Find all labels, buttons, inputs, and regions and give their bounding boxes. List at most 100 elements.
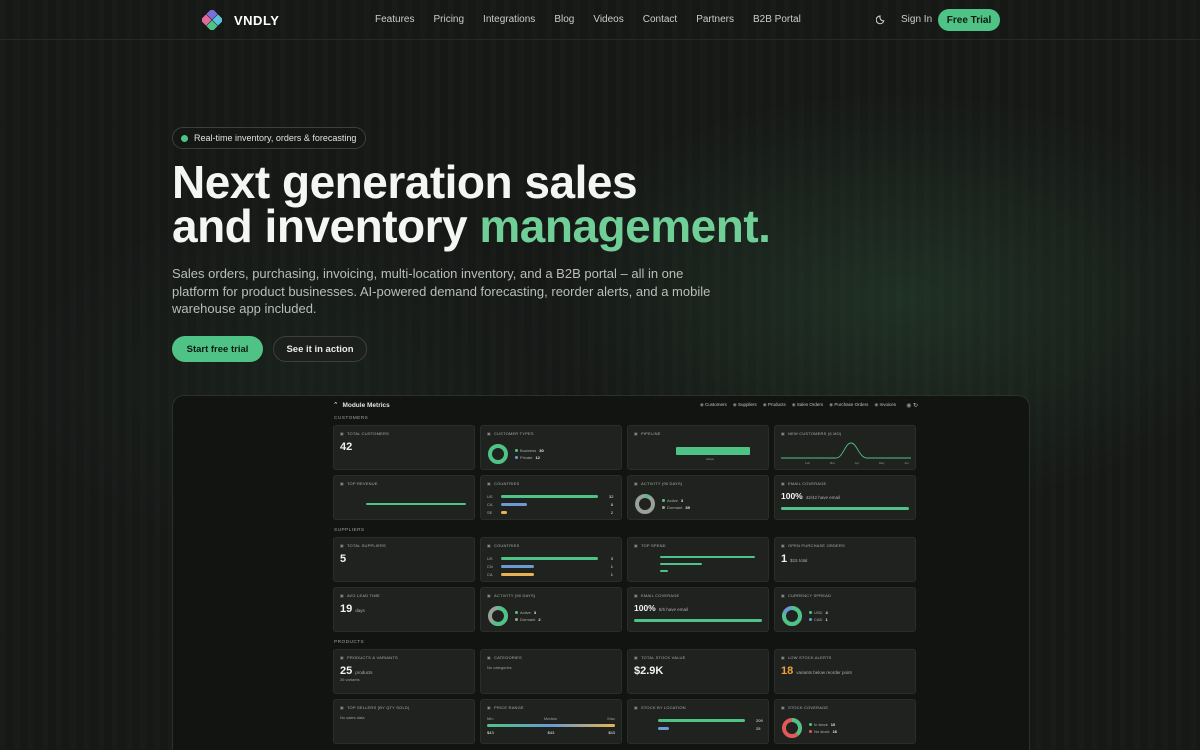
legend-label: Business: [520, 448, 537, 453]
month-tick: Feb: [805, 461, 811, 465]
variants-sub: 26 variants: [340, 677, 360, 682]
email-coverage-value: 100% 5/5 have email: [634, 603, 762, 613]
supplier-activity-donut: [488, 606, 508, 626]
products-count: 25: [340, 665, 353, 677]
card-top-spend: TOP SPEND: [627, 537, 769, 582]
tab-sales-orders[interactable]: Sales Orders: [792, 402, 823, 408]
tab-suppliers[interactable]: Suppliers: [733, 402, 757, 408]
card-top-sellers: TOP SELLERS (BY QTY SOLD) No sales data: [333, 699, 475, 744]
donut-legend: Active 3 Dormant 39: [662, 497, 690, 511]
card-title: LOW STOCK ALERTS: [781, 655, 909, 660]
collapse-chevron-icon[interactable]: ⌃: [333, 401, 338, 409]
products-unit: products: [355, 670, 373, 675]
bar-label: CA: [487, 501, 493, 507]
legend-label: USD: [814, 610, 823, 615]
card-price-range: PRICE RANGE Min Median Max $43 $43 $43: [480, 699, 622, 744]
start-free-trial-button[interactable]: Start free trial: [172, 336, 263, 362]
nav-link-features[interactable]: Features: [375, 14, 414, 25]
new-customers-sparkline: [781, 442, 911, 459]
bar-fill: [501, 510, 508, 514]
tab-products[interactable]: Products: [763, 402, 786, 408]
low-stock-value: 18 variants below reorder point: [781, 665, 909, 677]
month-tick: Mar: [829, 461, 835, 465]
hero-headline: Next generation sales and inventory mana…: [172, 159, 771, 249]
categories-empty: No categories: [487, 665, 512, 670]
free-trial-button[interactable]: Free Trial: [938, 9, 1000, 31]
price-max-label: Max: [607, 716, 615, 721]
sign-in-link[interactable]: Sign In: [901, 14, 932, 25]
legend-label: Active: [520, 610, 531, 615]
card-supplier-countries: COUNTRIES US 3 CN 1 CA 1: [480, 537, 622, 582]
legend-value: 10: [830, 722, 836, 727]
tab-purchase-orders[interactable]: Purchase Orders: [829, 402, 868, 408]
dashboard-title-text: Module Metrics: [342, 401, 390, 409]
legend-item: Private 12: [515, 454, 544, 461]
total-suppliers-value: 5: [340, 553, 347, 565]
email-pct: 100%: [781, 491, 803, 501]
card-categories: CATEGORIES No categories: [480, 649, 622, 694]
bar-label: US: [487, 493, 493, 499]
logo-mark-icon: [202, 10, 222, 30]
nav-links: Features Pricing Integrations Blog Video…: [375, 14, 820, 25]
brand-logo[interactable]: VNDLY: [202, 10, 279, 30]
legend-value: 3: [533, 610, 537, 615]
bar-label: CA: [487, 571, 493, 577]
tab-invoices[interactable]: Invoices: [874, 402, 897, 408]
email-coverage-value: 100% 42/42 have email: [781, 491, 909, 501]
legend-item: In stock 10: [809, 721, 837, 728]
moon-icon[interactable]: [876, 14, 887, 25]
card-title: AVG LEAD TIME: [340, 593, 468, 598]
bar-label: CN: [487, 563, 493, 569]
see-it-in-action-button[interactable]: See it in action: [273, 336, 367, 362]
bar-fill: [501, 564, 534, 568]
nav-link-integrations[interactable]: Integrations: [483, 14, 535, 25]
price-median-value: $43: [547, 730, 555, 735]
legend-item: No stock 16: [809, 728, 837, 735]
legend-value: 1: [825, 617, 828, 622]
card-title: PRODUCTS & VARIANTS: [340, 655, 468, 660]
nav-link-videos[interactable]: Videos: [593, 14, 623, 25]
pipeline-bar: [676, 447, 750, 455]
low-stock-sub: variants below reorder point: [796, 670, 852, 675]
card-title: COUNTRIES: [487, 543, 615, 548]
nav-link-pricing[interactable]: Pricing: [433, 14, 464, 25]
bar-fill: [501, 572, 534, 576]
lead-time-number: 19: [340, 603, 353, 615]
legend-item: Dormant 2: [515, 616, 541, 623]
card-customer-activity: ACTIVITY (90 DAYS) Active3 Dormant39: [627, 475, 769, 520]
card-title: STOCK COVERAGE: [781, 705, 909, 710]
stock-coverage-donut: [782, 718, 802, 738]
status-dot-icon: [181, 134, 188, 142]
hero-subtext: Sales orders, purchasing, invoicing, mul…: [172, 266, 711, 316]
card-title: COUNTRIES: [487, 481, 615, 486]
refresh-icon[interactable]: ↻: [906, 402, 918, 409]
tab-customers[interactable]: Customers: [700, 402, 727, 408]
nav-link-contact[interactable]: Contact: [643, 14, 677, 25]
legend-label: No stock: [814, 729, 830, 734]
nav-link-b2b-portal[interactable]: B2B Portal: [753, 14, 801, 25]
spend-bar: [660, 563, 702, 565]
open-po-total: $15 total: [790, 558, 808, 563]
card-title: NEW CUSTOMERS (6 MO): [781, 431, 909, 436]
lead-time-unit: days: [355, 608, 365, 613]
price-range-values: $43 $43 $43: [487, 730, 615, 735]
brand-name: VNDLY: [234, 12, 280, 28]
low-stock-count: 18: [781, 665, 794, 677]
price-min-label: Min: [487, 716, 494, 721]
headline-accent: management.: [479, 200, 771, 252]
legend-label: Dormant: [520, 617, 536, 622]
bar-value: 1: [610, 563, 613, 569]
legend-value: 3: [680, 498, 684, 503]
nav-link-partners[interactable]: Partners: [696, 14, 734, 25]
legend-label: Private: [520, 455, 533, 460]
card-customer-email: EMAIL COVERAGE 100%42/42 have email: [774, 475, 916, 520]
card-avg-lead-time: AVG LEAD TIME 19days: [333, 587, 475, 632]
bar-row: 25: [634, 724, 760, 732]
card-title: EMAIL COVERAGE: [781, 481, 909, 486]
nav-link-blog[interactable]: Blog: [554, 14, 574, 25]
email-coverage-bar: [781, 507, 909, 510]
bar-row: US 32: [487, 492, 613, 500]
bar-row: CA 1: [487, 570, 613, 578]
email-pct: 100%: [634, 603, 656, 613]
card-stock-by-location: STOCK BY LOCATION 209 25: [627, 699, 769, 744]
